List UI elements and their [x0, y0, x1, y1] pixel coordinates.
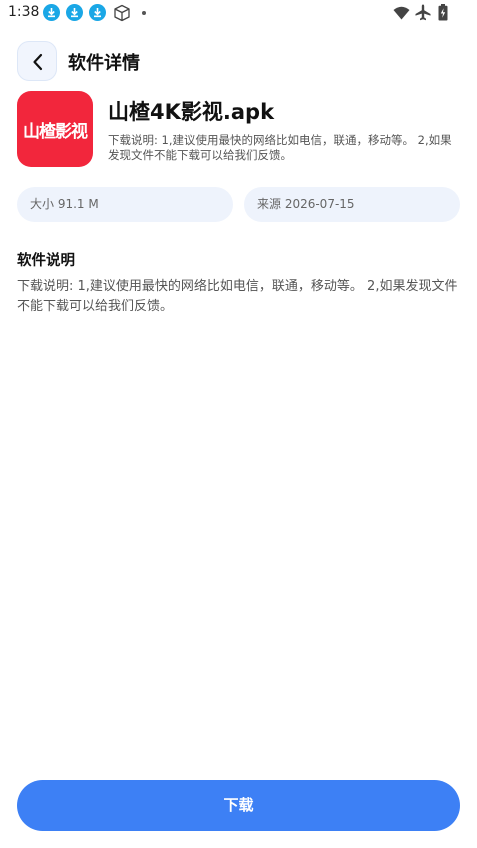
header: 软件详情 — [0, 38, 477, 82]
size-chip: 大小 91.1 M — [17, 187, 233, 222]
section-title: 软件说明 — [17, 253, 75, 269]
download-icon — [89, 4, 106, 21]
app-short-description: 下载说明: 1,建议使用最快的网络比如电信，联通，移动等。 2,如果发现文件不能… — [108, 133, 452, 162]
back-button[interactable] — [17, 41, 57, 81]
wifi-icon — [393, 5, 410, 24]
source-chip: 来源 2026-07-15 — [244, 187, 460, 222]
airplane-icon — [415, 4, 431, 25]
app-name: 山楂4K影视.apk — [108, 100, 275, 124]
battery-icon — [438, 4, 448, 25]
app-icon-text: 山楂影视 — [23, 122, 88, 142]
download-icon — [43, 4, 60, 21]
download-button[interactable]: 下载 — [17, 780, 460, 831]
page-title: 软件详情 — [68, 53, 140, 74]
status-time: 1:38 — [8, 4, 40, 20]
box-icon — [113, 4, 131, 26]
dot-icon — [142, 11, 146, 15]
app-icon: 山楂影视 — [17, 91, 93, 167]
status-bar: 1:38 — [0, 0, 477, 26]
section-body: 下载说明: 1,建议使用最快的网络比如电信，联通，移动等。 2,如果发现文件不能… — [17, 279, 458, 314]
download-icon — [66, 4, 83, 21]
chevron-left-icon — [33, 53, 43, 71]
